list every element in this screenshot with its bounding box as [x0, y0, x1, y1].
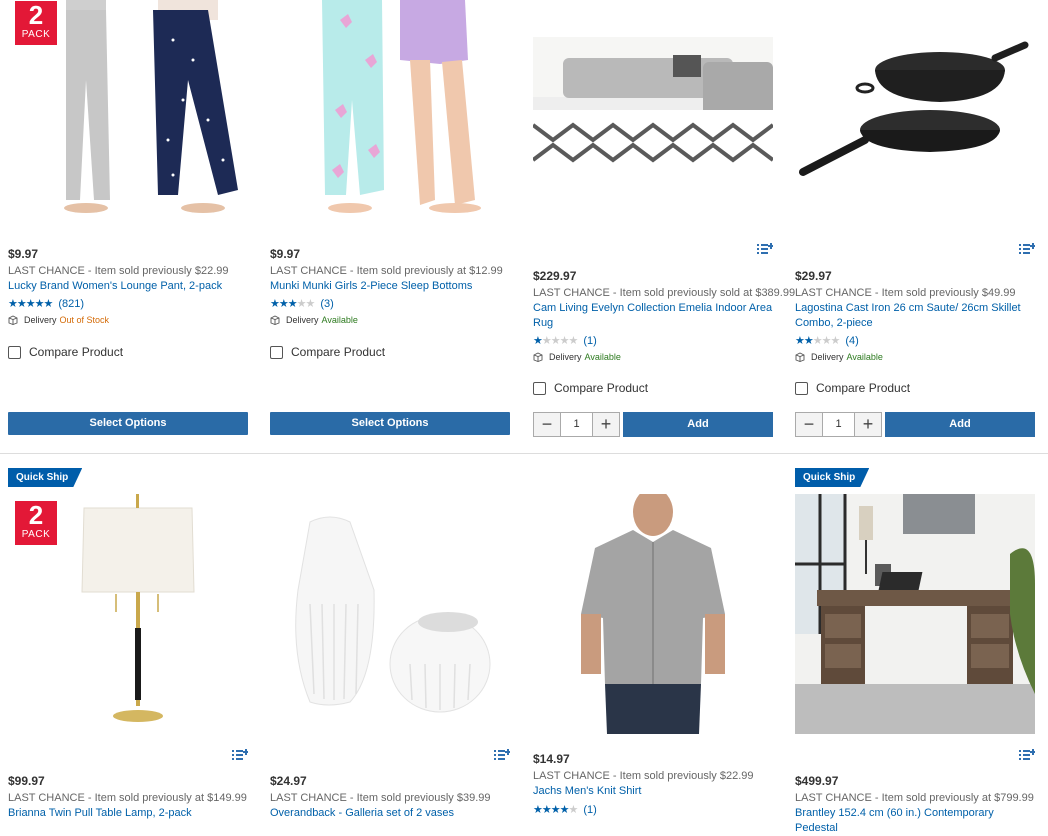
- product-image[interactable]: [533, 0, 773, 228]
- delivery-available: Available: [584, 352, 621, 362]
- rating-stars: ★★★★★: [533, 335, 578, 347]
- add-to-list-icon[interactable]: [1019, 749, 1035, 761]
- price: $29.97: [795, 269, 832, 283]
- row-divider: [0, 453, 1048, 454]
- rating[interactable]: ★★★★★ (4): [795, 334, 859, 348]
- rating[interactable]: ★★★★★ (821): [8, 297, 84, 311]
- rating-stars: ★★★★★: [8, 298, 53, 310]
- compare-checkbox[interactable]: [533, 381, 546, 395]
- add-button[interactable]: Add: [623, 412, 773, 437]
- price: $229.97: [533, 269, 577, 283]
- delivery-label: Delivery: [24, 315, 57, 325]
- quantity-input[interactable]: 1: [560, 413, 593, 436]
- price: $99.97: [8, 774, 45, 788]
- compare-label: Compare Product: [29, 345, 124, 359]
- compare-label: Compare Product: [554, 381, 649, 395]
- delivery-status: Delivery Available: [795, 352, 883, 362]
- increase-quantity-button[interactable]: +: [593, 413, 619, 436]
- pack-text: PACK: [21, 29, 51, 40]
- product-image[interactable]: [795, 0, 1035, 228]
- quick-ship-badge: Quick Ship: [8, 468, 83, 487]
- add-to-list-icon[interactable]: [494, 749, 510, 761]
- select-options-button[interactable]: Select Options: [270, 412, 510, 435]
- add-button[interactable]: Add: [885, 412, 1035, 437]
- delivery-label: Delivery: [286, 315, 319, 325]
- last-chance-text: LAST CHANCE - Item sold previously $39.9…: [270, 792, 491, 804]
- add-to-list-icon[interactable]: [757, 243, 773, 255]
- add-to-list-icon[interactable]: [232, 749, 248, 761]
- product-title[interactable]: Overandback - Galleria set of 2 vases: [270, 806, 510, 821]
- add-to-list-icon[interactable]: [1019, 243, 1035, 255]
- increase-quantity-button[interactable]: +: [855, 413, 881, 436]
- product-image[interactable]: [533, 494, 773, 734]
- pack-text: PACK: [21, 529, 51, 540]
- last-chance-text: LAST CHANCE - Item sold previously $49.9…: [795, 287, 1016, 299]
- product-image[interactable]: [795, 494, 1035, 734]
- compare-product[interactable]: Compare Product: [270, 345, 385, 359]
- compare-label: Compare Product: [816, 381, 911, 395]
- delivery-out-of-stock: Out of Stock: [59, 315, 110, 325]
- price: $9.97: [8, 247, 39, 261]
- delivery-available: Available: [321, 315, 358, 325]
- product-title[interactable]: Brantley 152.4 cm (60 in.) Contemporary …: [795, 806, 1035, 836]
- delivery-box-icon: [8, 315, 18, 325]
- rating-stars: ★★★★★: [533, 804, 578, 816]
- rating[interactable]: ★★★★★ (1): [533, 803, 597, 817]
- decrease-quantity-button[interactable]: −: [796, 413, 822, 436]
- quantity-input[interactable]: 1: [822, 413, 855, 436]
- compare-label: Compare Product: [291, 345, 386, 359]
- rating-stars: ★★★★★: [270, 298, 315, 310]
- compare-product[interactable]: Compare Product: [533, 381, 648, 395]
- quantity-stepper: − 1 +: [533, 412, 620, 437]
- rating[interactable]: ★★★★★ (1): [533, 334, 597, 348]
- product-title[interactable]: Munki Munki Girls 2-Piece Sleep Bottoms: [270, 279, 510, 294]
- product-image[interactable]: [270, 494, 510, 734]
- delivery-status: Delivery Available: [533, 352, 621, 362]
- last-chance-text: LAST CHANCE - Item sold previously at $1…: [8, 792, 247, 804]
- compare-product[interactable]: Compare Product: [795, 381, 910, 395]
- review-count: (3): [320, 297, 334, 310]
- price: $24.97: [270, 774, 307, 788]
- delivery-status: Delivery Out of Stock: [8, 315, 109, 325]
- delivery-box-icon: [795, 352, 805, 362]
- pack-number: 2: [28, 0, 44, 30]
- compare-checkbox[interactable]: [8, 345, 21, 359]
- pack-number: 2: [28, 500, 44, 530]
- two-pack-badge: 2 PACK: [14, 0, 58, 46]
- delivery-label: Delivery: [811, 352, 844, 362]
- review-count: (4): [845, 334, 859, 347]
- product-title[interactable]: Lagostina Cast Iron 26 cm Saute/ 26cm Sk…: [795, 301, 1035, 331]
- last-chance-text: LAST CHANCE - Item sold previously at $7…: [795, 792, 1034, 804]
- quick-ship-badge: Quick Ship: [795, 468, 870, 487]
- price: $499.97: [795, 774, 839, 788]
- delivery-box-icon: [270, 315, 280, 325]
- compare-product[interactable]: Compare Product: [8, 345, 123, 359]
- compare-checkbox[interactable]: [270, 345, 283, 359]
- select-options-button[interactable]: Select Options: [8, 412, 248, 435]
- review-count: (1): [583, 803, 597, 816]
- last-chance-text: LAST CHANCE - Item sold previously sold …: [533, 287, 796, 299]
- quantity-stepper: − 1 +: [795, 412, 882, 437]
- rating[interactable]: ★★★★★ (3): [270, 297, 334, 311]
- product-title[interactable]: Jachs Men's Knit Shirt: [533, 784, 773, 799]
- decrease-quantity-button[interactable]: −: [534, 413, 560, 436]
- last-chance-text: LAST CHANCE - Item sold previously $22.9…: [533, 770, 754, 782]
- product-title[interactable]: Lucky Brand Women's Lounge Pant, 2-pack: [8, 279, 248, 294]
- product-image[interactable]: [270, 0, 510, 228]
- rating-stars: ★★★★★: [795, 335, 840, 347]
- price: $9.97: [270, 247, 301, 261]
- product-title[interactable]: Cam Living Evelyn Collection Emelia Indo…: [533, 301, 773, 331]
- last-chance-text: LAST CHANCE - Item sold previously at $1…: [270, 265, 503, 277]
- review-count: (821): [58, 297, 84, 310]
- delivery-status: Delivery Available: [270, 315, 358, 325]
- product-title[interactable]: Brianna Twin Pull Table Lamp, 2-pack: [8, 806, 248, 821]
- compare-checkbox[interactable]: [795, 381, 808, 395]
- last-chance-text: LAST CHANCE - Item sold previously $22.9…: [8, 265, 229, 277]
- two-pack-badge: 2 PACK: [14, 500, 58, 546]
- price: $14.97: [533, 752, 570, 766]
- delivery-box-icon: [533, 352, 543, 362]
- delivery-available: Available: [846, 352, 883, 362]
- review-count: (1): [583, 334, 597, 347]
- delivery-label: Delivery: [549, 352, 582, 362]
